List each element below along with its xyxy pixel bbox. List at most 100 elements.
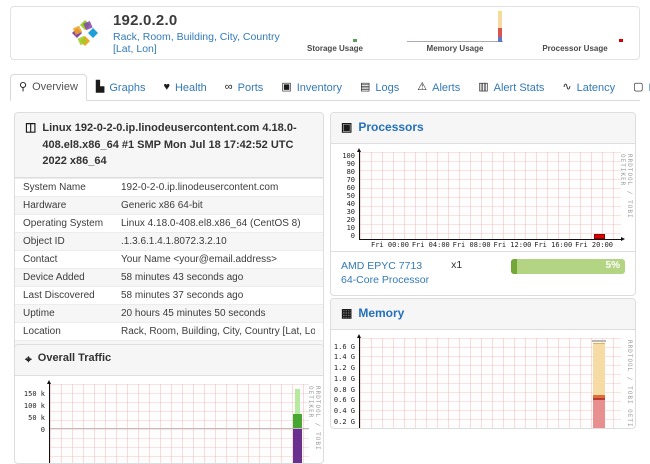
row-label: Uptime (23, 308, 121, 319)
processor-entry: AMD EPYC 7713 64-Core Processor x1 5% (331, 251, 635, 295)
y-tick: 0.4 G (334, 407, 355, 415)
sparkline (287, 13, 383, 42)
rrdtool-watermark: RRDTOOL / TOBI OETIKER (626, 340, 633, 429)
table-row: System Name 192-0-2-0.ip.linodeuserconte… (15, 178, 323, 196)
row-label: Contact (23, 254, 121, 265)
tab-label: Alert Stats (494, 82, 545, 94)
traffic-header: ⌖ Overall Traffic (15, 345, 323, 376)
tab[interactable]: ∞ Ports (216, 74, 273, 101)
traffic-graph[interactable]: 150 k100 k50 k0 RRDTOOL / TOBI OETIKER (15, 376, 323, 464)
cpu-usage-fill (511, 259, 517, 274)
tabs: ⚲ Overview ▙ Graphs ♥ Health ∞ Ports ▣ I… (10, 74, 650, 100)
y-tick: 20 (347, 216, 355, 224)
tab-icon: ∞ (225, 82, 233, 93)
memory-header: ▦ Memory (331, 299, 635, 330)
cpu-usage-bar (594, 234, 605, 239)
tab[interactable]: ▢ Notes (624, 74, 650, 101)
traffic-title: Overall Traffic (38, 352, 111, 364)
mini-graph-label: Memory Usage (407, 44, 503, 53)
row-label: Device Added (23, 272, 121, 283)
table-row: Object ID .1.3.6.1.4.1.8072.3.2.10 ⚑ (15, 232, 323, 250)
tab[interactable]: ▥ Alert Stats (469, 74, 553, 101)
mem-plot (359, 338, 621, 429)
traffic-in-bar (293, 414, 302, 428)
mini-graph-label: Storage Usage (287, 44, 383, 53)
row-label: Hardware (23, 200, 121, 211)
tab[interactable]: ▤ Logs (351, 74, 408, 101)
tab-label: Inventory (297, 82, 342, 94)
tab-icon: ▙ (96, 82, 104, 93)
cpu-usage-percent: 5% (606, 260, 620, 271)
traffic-out-bar (293, 429, 302, 464)
y-tick: 30 (347, 208, 355, 216)
memory-graph[interactable]: 1.6 G1.4 G1.2 G1.0 G0.8 G0.6 G0.4 G0.2 G… (331, 330, 635, 429)
traffic-y-axis: 150 k100 k50 k0 (15, 390, 45, 434)
mem-used-bar (593, 398, 605, 429)
row-value: Linux 4.18.0-408.el8.x86_64 (CentOS 8) (121, 218, 315, 229)
binoculars-icon: ⌖ (25, 352, 32, 368)
x-tick: Fri 04:00 (412, 241, 450, 249)
tab-icon: ▣ (281, 82, 291, 93)
tab[interactable]: ∿ Latency (553, 74, 624, 101)
y-tick: 70 (347, 176, 355, 184)
memory-title[interactable]: Memory (358, 306, 404, 320)
server-icon: ◫ (25, 120, 36, 136)
table-row: Device Added 58 minutes 43 seconds ago ⚑ (15, 268, 323, 286)
mini-graph[interactable]: Processor Usage (527, 11, 623, 55)
memory-shared-spike (498, 37, 502, 42)
processors-graph[interactable]: 1009080706050403020100 Fri 00:00Fri 04:0… (331, 144, 635, 251)
processors-title[interactable]: Processors (358, 120, 423, 134)
mini-graph-label: Processor Usage (527, 44, 623, 53)
row-label: Last Discovered (23, 290, 121, 301)
tab-label: Alerts (432, 82, 460, 94)
tab-icon: ♥ (163, 82, 170, 93)
y-tick: 50 k (28, 414, 45, 422)
mem-y-axis: 1.6 G1.4 G1.2 G1.0 G0.8 G0.6 G0.4 G0.2 G… (331, 343, 355, 429)
y-tick: 10 (347, 224, 355, 232)
tab[interactable]: ▣ Inventory (272, 74, 351, 101)
mem-cached-bar (593, 343, 605, 395)
mini-graph[interactable]: Memory Usage (407, 11, 503, 55)
device-tabbar: ⚲ Overview ▙ Graphs ♥ Health ∞ Ports ▣ I… (10, 70, 640, 101)
device-location-link[interactable]: Rack, Room, Building, City, Country [Lat… (113, 31, 287, 55)
row-value: Generic x86 64-bit (121, 200, 315, 211)
y-tick: 0.6 G (334, 396, 355, 404)
memory-used-spike (498, 28, 502, 37)
x-tick: Fri 12:00 (493, 241, 531, 249)
tab-label: Overview (32, 81, 78, 93)
system-title: Linux 192-0-2-0.ip.linodeusercontent.com… (42, 120, 313, 170)
y-tick: 90 (347, 160, 355, 168)
memory-panel: ▦ Memory 1.6 G1.4 G1.2 G1.0 G0.8 G0.6 G0… (330, 298, 636, 429)
tab[interactable]: ♥ Health (154, 74, 215, 101)
processor-count: x1 (451, 259, 462, 271)
y-tick: 0 (351, 232, 355, 240)
row-value: Rack, Room, Building, City, Country [Lat… (121, 326, 315, 337)
tab-icon: ∿ (562, 82, 571, 93)
system-info-table: System Name 192-0-2-0.ip.linodeuserconte… (15, 178, 323, 362)
y-tick: 60 (347, 184, 355, 192)
row-label: Location (23, 326, 121, 337)
mini-graph[interactable]: Storage Usage (287, 11, 383, 55)
zero-line (50, 428, 309, 429)
y-tick: 0.8 G (334, 386, 355, 394)
rrdtool-watermark: RRDTOOL / TOBI OETIKER (619, 154, 633, 251)
processors-header: ▣ Processors (331, 113, 635, 144)
rrdtool-watermark: RRDTOOL / TOBI OETIKER (307, 386, 321, 464)
tab[interactable]: ▙ Graphs (87, 74, 155, 101)
tab-icon: ⚠ (417, 82, 427, 93)
tab-label: Logs (375, 82, 399, 94)
cpu-x-axis: Fri 00:00Fri 04:00Fri 08:00Fri 12:00Fri … (359, 240, 621, 249)
processor-link[interactable]: AMD EPYC 7713 64-Core Processor (341, 259, 429, 287)
tab[interactable]: ⚠ Alerts (408, 74, 469, 101)
tab[interactable]: ⚲ Overview (10, 74, 87, 101)
sparkline-mark (353, 39, 357, 42)
row-value: 58 minutes 37 seconds ago (121, 290, 315, 301)
y-tick: 150 k (24, 390, 45, 398)
mem-total-line (592, 340, 606, 342)
x-tick: Fri 20:00 (575, 241, 613, 249)
y-tick: 40 (347, 200, 355, 208)
table-row: Operating System Linux 4.18.0-408.el8.x8… (15, 214, 323, 232)
device-ip: 192.0.2.0 (113, 12, 287, 29)
y-tick: 0 (41, 426, 45, 434)
cpu-icon: ▣ (341, 120, 352, 136)
